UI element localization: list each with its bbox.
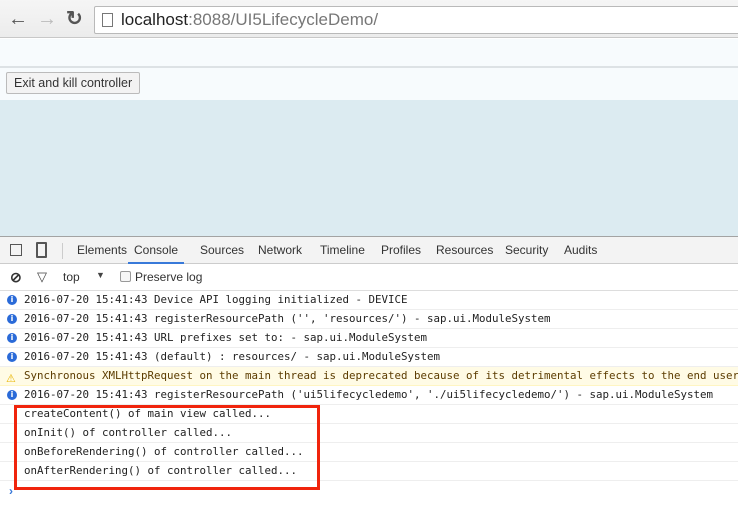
devtools-tabs: Elements Console Sources Network Timelin…: [0, 237, 738, 264]
info-icon: i: [7, 352, 17, 362]
page-content: Exit and kill controller: [0, 38, 738, 236]
address-bar[interactable]: localhost:8088/UI5LifecycleDemo/: [94, 6, 738, 34]
forward-button[interactable]: →: [37, 8, 57, 30]
warning-icon: ⚠: [6, 372, 16, 385]
browser-toolbar: ← → ↻ localhost:8088/UI5LifecycleDemo/: [0, 0, 738, 38]
tab-console[interactable]: Console: [128, 237, 185, 264]
log-row: i 2016-07-20 15:41:43 registerResourcePat…: [0, 310, 738, 329]
log-row: i 2016-07-20 15:41:43 Device API logging …: [0, 291, 738, 310]
filter-icon[interactable]: ▽: [37, 269, 47, 285]
log-row: i 2016-07-20 15:41:43 (default) : resourc…: [0, 348, 738, 367]
warning-row: ⚠ Synchronous XMLHttpRequest on the main …: [0, 367, 738, 386]
device-mode-icon[interactable]: [36, 242, 47, 258]
clear-console-icon[interactable]: ⊘: [10, 269, 22, 286]
info-icon: i: [7, 333, 17, 343]
inspect-element-icon[interactable]: [10, 244, 22, 256]
tab-security[interactable]: Security: [505, 237, 548, 264]
tab-network[interactable]: Network: [258, 237, 302, 264]
log-row: i 2016-07-20 15:41:43 URL prefixes set to…: [0, 329, 738, 348]
console-toolbar: ⊘ ▽ top ▼ Preserve log: [0, 264, 738, 291]
url-host: localhost: [121, 10, 189, 29]
devtools-panel: Elements Console Sources Network Timelin…: [0, 236, 738, 511]
info-icon: i: [7, 314, 17, 324]
url-path: :8088/UI5LifecycleDemo/: [188, 10, 379, 29]
console-prompt-icon[interactable]: ›: [9, 484, 13, 498]
log-row: i 2016-07-20 15:41:43 registerResourcePat…: [0, 386, 738, 405]
info-icon: i: [7, 390, 17, 400]
tab-resources[interactable]: Resources: [436, 237, 493, 264]
reload-button[interactable]: ↻: [66, 8, 83, 30]
info-icon: i: [7, 295, 17, 305]
tab-timeline[interactable]: Timeline: [320, 237, 365, 264]
back-button[interactable]: ←: [8, 8, 28, 30]
tab-audits[interactable]: Audits: [564, 237, 597, 264]
exit-kill-controller-button[interactable]: Exit and kill controller: [6, 72, 141, 94]
page-icon: [102, 13, 113, 27]
tab-sources[interactable]: Sources: [200, 237, 244, 264]
tab-profiles[interactable]: Profiles: [381, 237, 421, 264]
chevron-down-icon[interactable]: ▼: [96, 270, 105, 280]
highlight-box: [14, 405, 320, 490]
context-select[interactable]: top: [63, 270, 80, 284]
preserve-log-checkbox[interactable]: [120, 271, 131, 282]
tab-elements[interactable]: Elements: [77, 237, 127, 264]
preserve-log-label: Preserve log: [135, 270, 203, 284]
